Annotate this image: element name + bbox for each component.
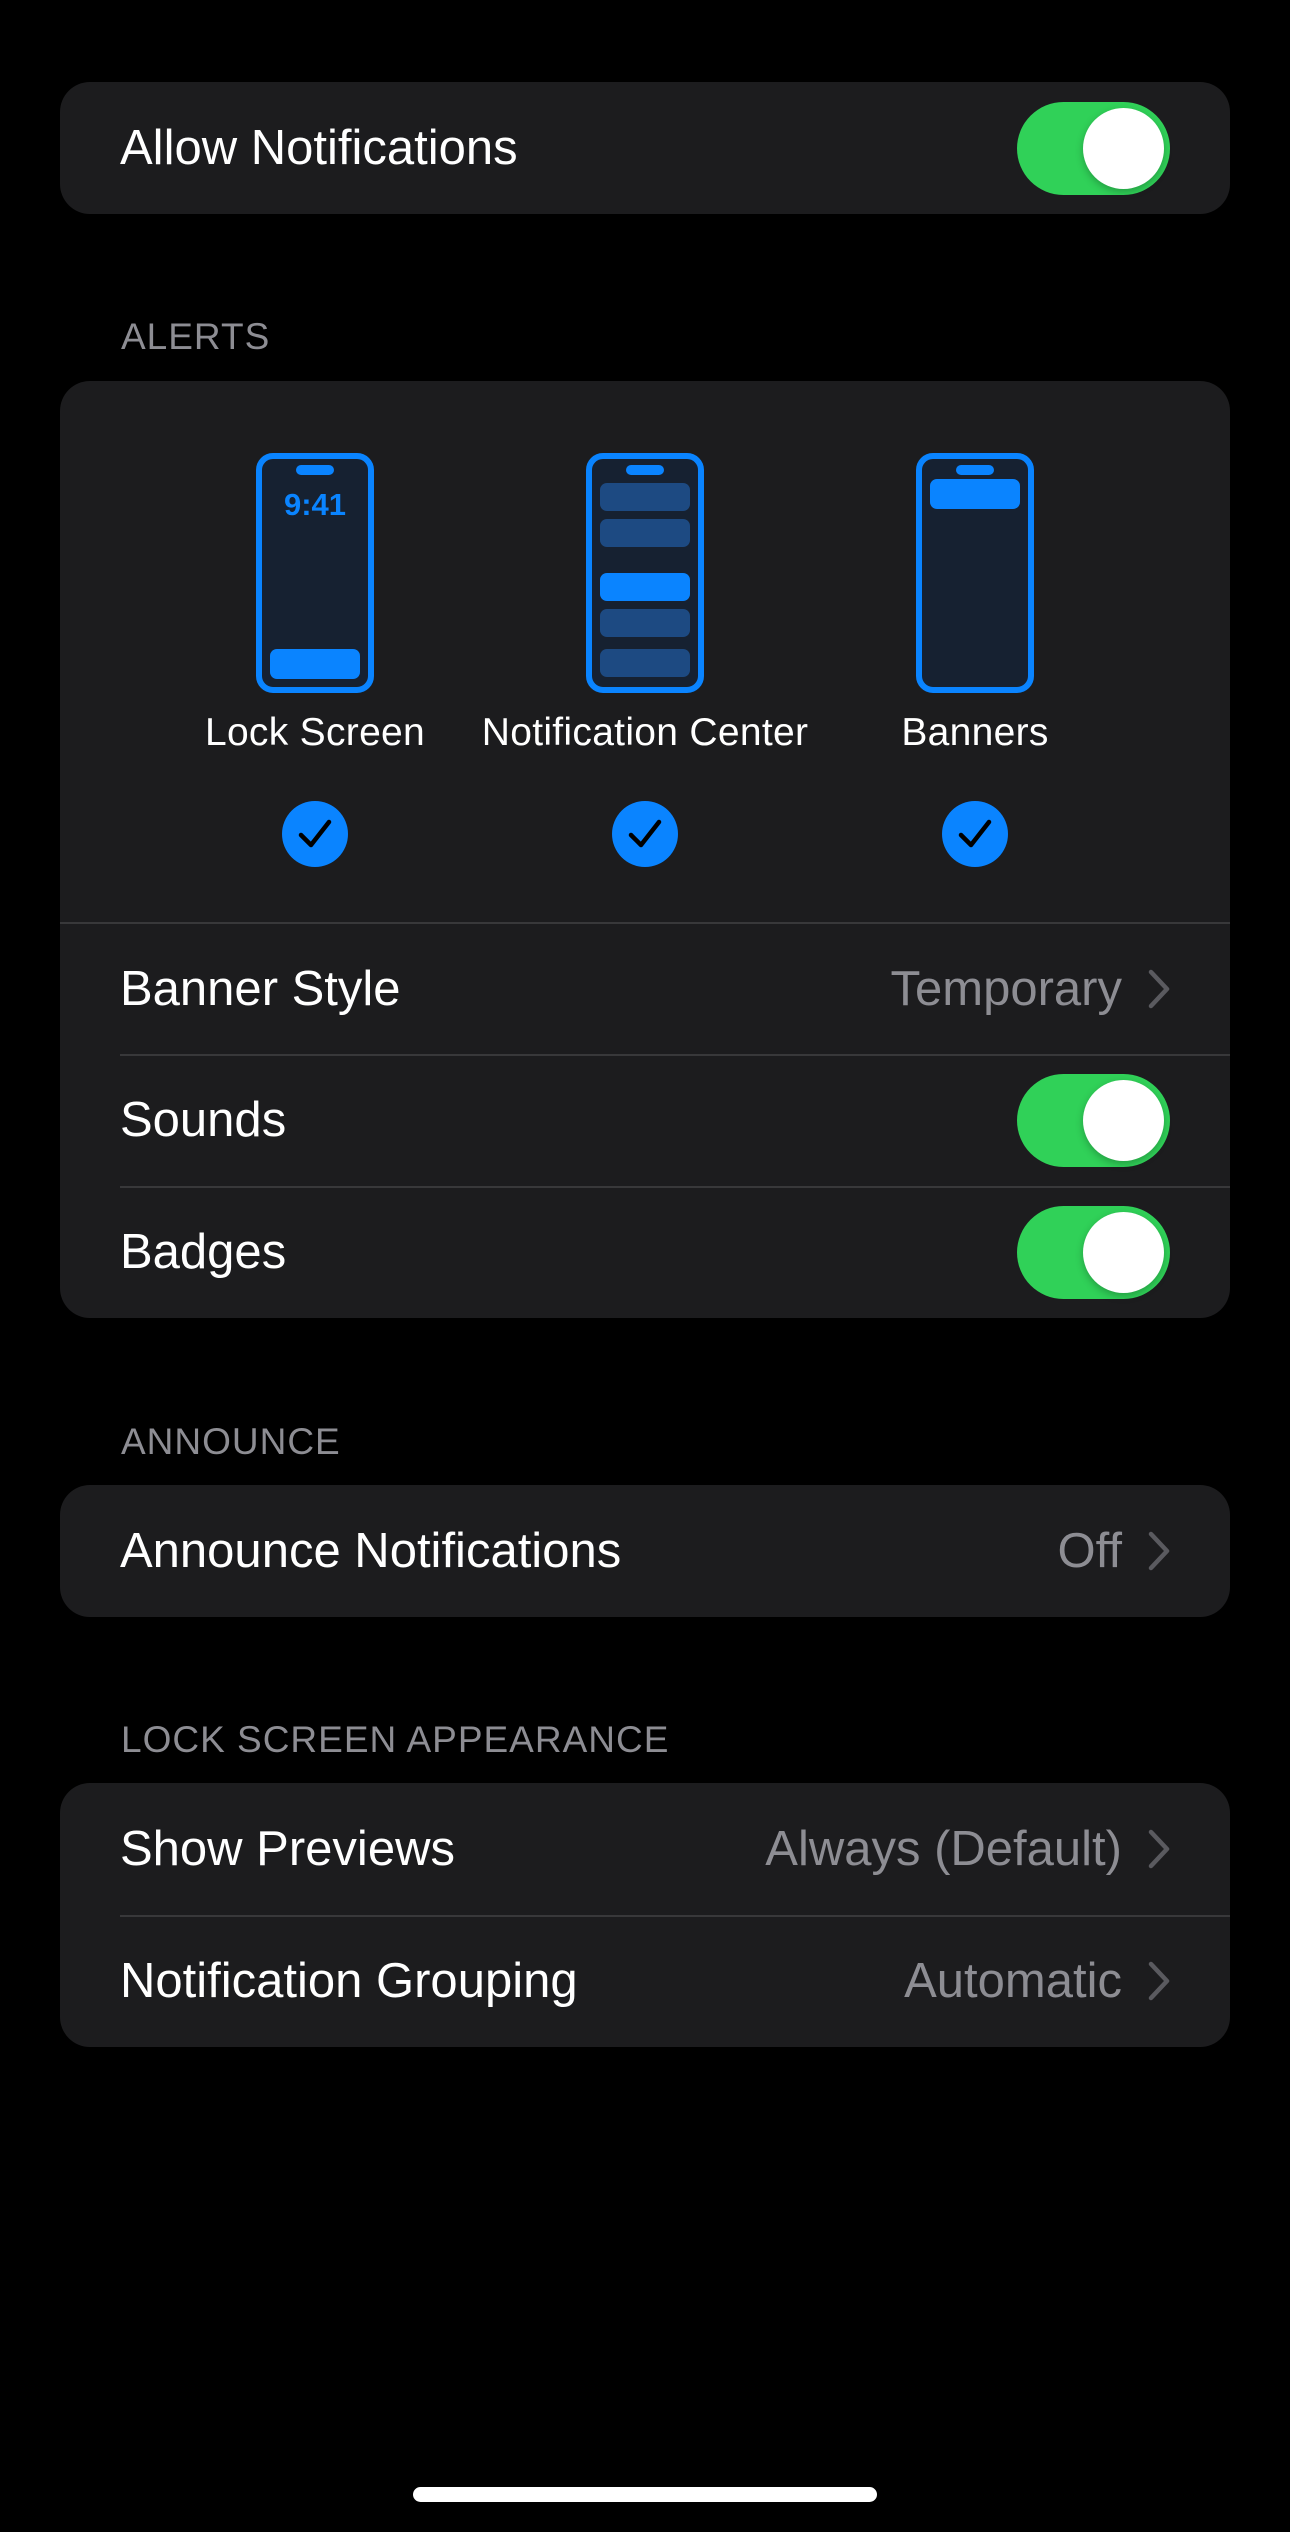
chevron-right-icon [1148,969,1170,1009]
allow-notifications-label: Allow Notifications [120,121,518,175]
announce-group: Announce Notifications Off [60,1485,1230,1617]
checkmark-icon [958,819,992,848]
show-previews-value: Always (Default) [765,1822,1122,1876]
notification-grouping-row[interactable]: Notification Grouping Automatic [60,1915,1230,2047]
allow-notifications-row[interactable]: Allow Notifications [60,82,1230,214]
notification-grouping-value: Automatic [904,1954,1122,2008]
alerts-section-header: ALERTS [121,316,271,357]
lock-screen-label: Lock Screen [204,711,426,754]
alert-styles: 9:41 Lock Screen Notification Center Ban… [60,381,1230,922]
announce-notifications-label: Announce Notifications [120,1524,622,1578]
allow-notifications-group: Allow Notifications [60,82,1230,214]
announce-notifications-row[interactable]: Announce Notifications Off [60,1485,1230,1617]
badges-toggle[interactable] [1017,1205,1170,1299]
toggle-knob [1083,1211,1164,1293]
lock-screen-time: 9:41 [284,487,346,522]
alerts-group: 9:41 Lock Screen Notification Center Ban… [60,381,1230,1318]
banner-style-value: Temporary [890,962,1122,1016]
chevron-right-icon [1148,1531,1170,1571]
chevron-right-icon [1148,1829,1170,1869]
chevron-right-icon [1148,1961,1170,2001]
sounds-toggle[interactable] [1017,1073,1170,1167]
allow-notifications-toggle[interactable] [1017,101,1170,195]
announce-notifications-value: Off [1057,1524,1122,1578]
home-indicator[interactable] [413,2487,877,2502]
sounds-row[interactable]: Sounds [60,1054,1230,1186]
checkmark-icon [298,819,332,848]
alert-option-notification-center[interactable]: Notification Center [465,381,825,867]
badges-label: Badges [120,1225,287,1279]
show-previews-label: Show Previews [120,1822,455,1876]
alert-option-lock-screen[interactable]: 9:41 Lock Screen [135,381,495,867]
lock-screen-checkmark[interactable] [282,801,348,867]
notification-grouping-label: Notification Grouping [120,1954,578,2008]
show-previews-row[interactable]: Show Previews Always (Default) [60,1783,1230,1915]
toggle-knob [1083,1079,1164,1161]
alert-option-banners[interactable]: Banners [795,381,1155,867]
badges-row[interactable]: Badges [60,1186,1230,1318]
lock-screen-appearance-section-header: LOCK SCREEN APPEARANCE [121,1719,670,1760]
sounds-label: Sounds [120,1093,287,1147]
banner-style-label: Banner Style [120,962,401,1016]
banner-style-row[interactable]: Banner Style Temporary [60,922,1230,1054]
toggle-knob [1083,107,1164,189]
lock-screen-appearance-group: Show Previews Always (Default) Notificat… [60,1783,1230,2047]
notification-center-label: Notification Center [481,711,809,754]
checkmark-icon [628,819,662,848]
banners-label: Banners [901,711,1049,754]
notification-center-phone-icon [586,453,704,693]
notification-center-checkmark[interactable] [612,801,678,867]
announce-section-header: ANNOUNCE [121,1421,341,1462]
banners-phone-icon [916,453,1034,693]
banners-checkmark[interactable] [942,801,1008,867]
lock-screen-phone-icon: 9:41 [256,453,374,693]
